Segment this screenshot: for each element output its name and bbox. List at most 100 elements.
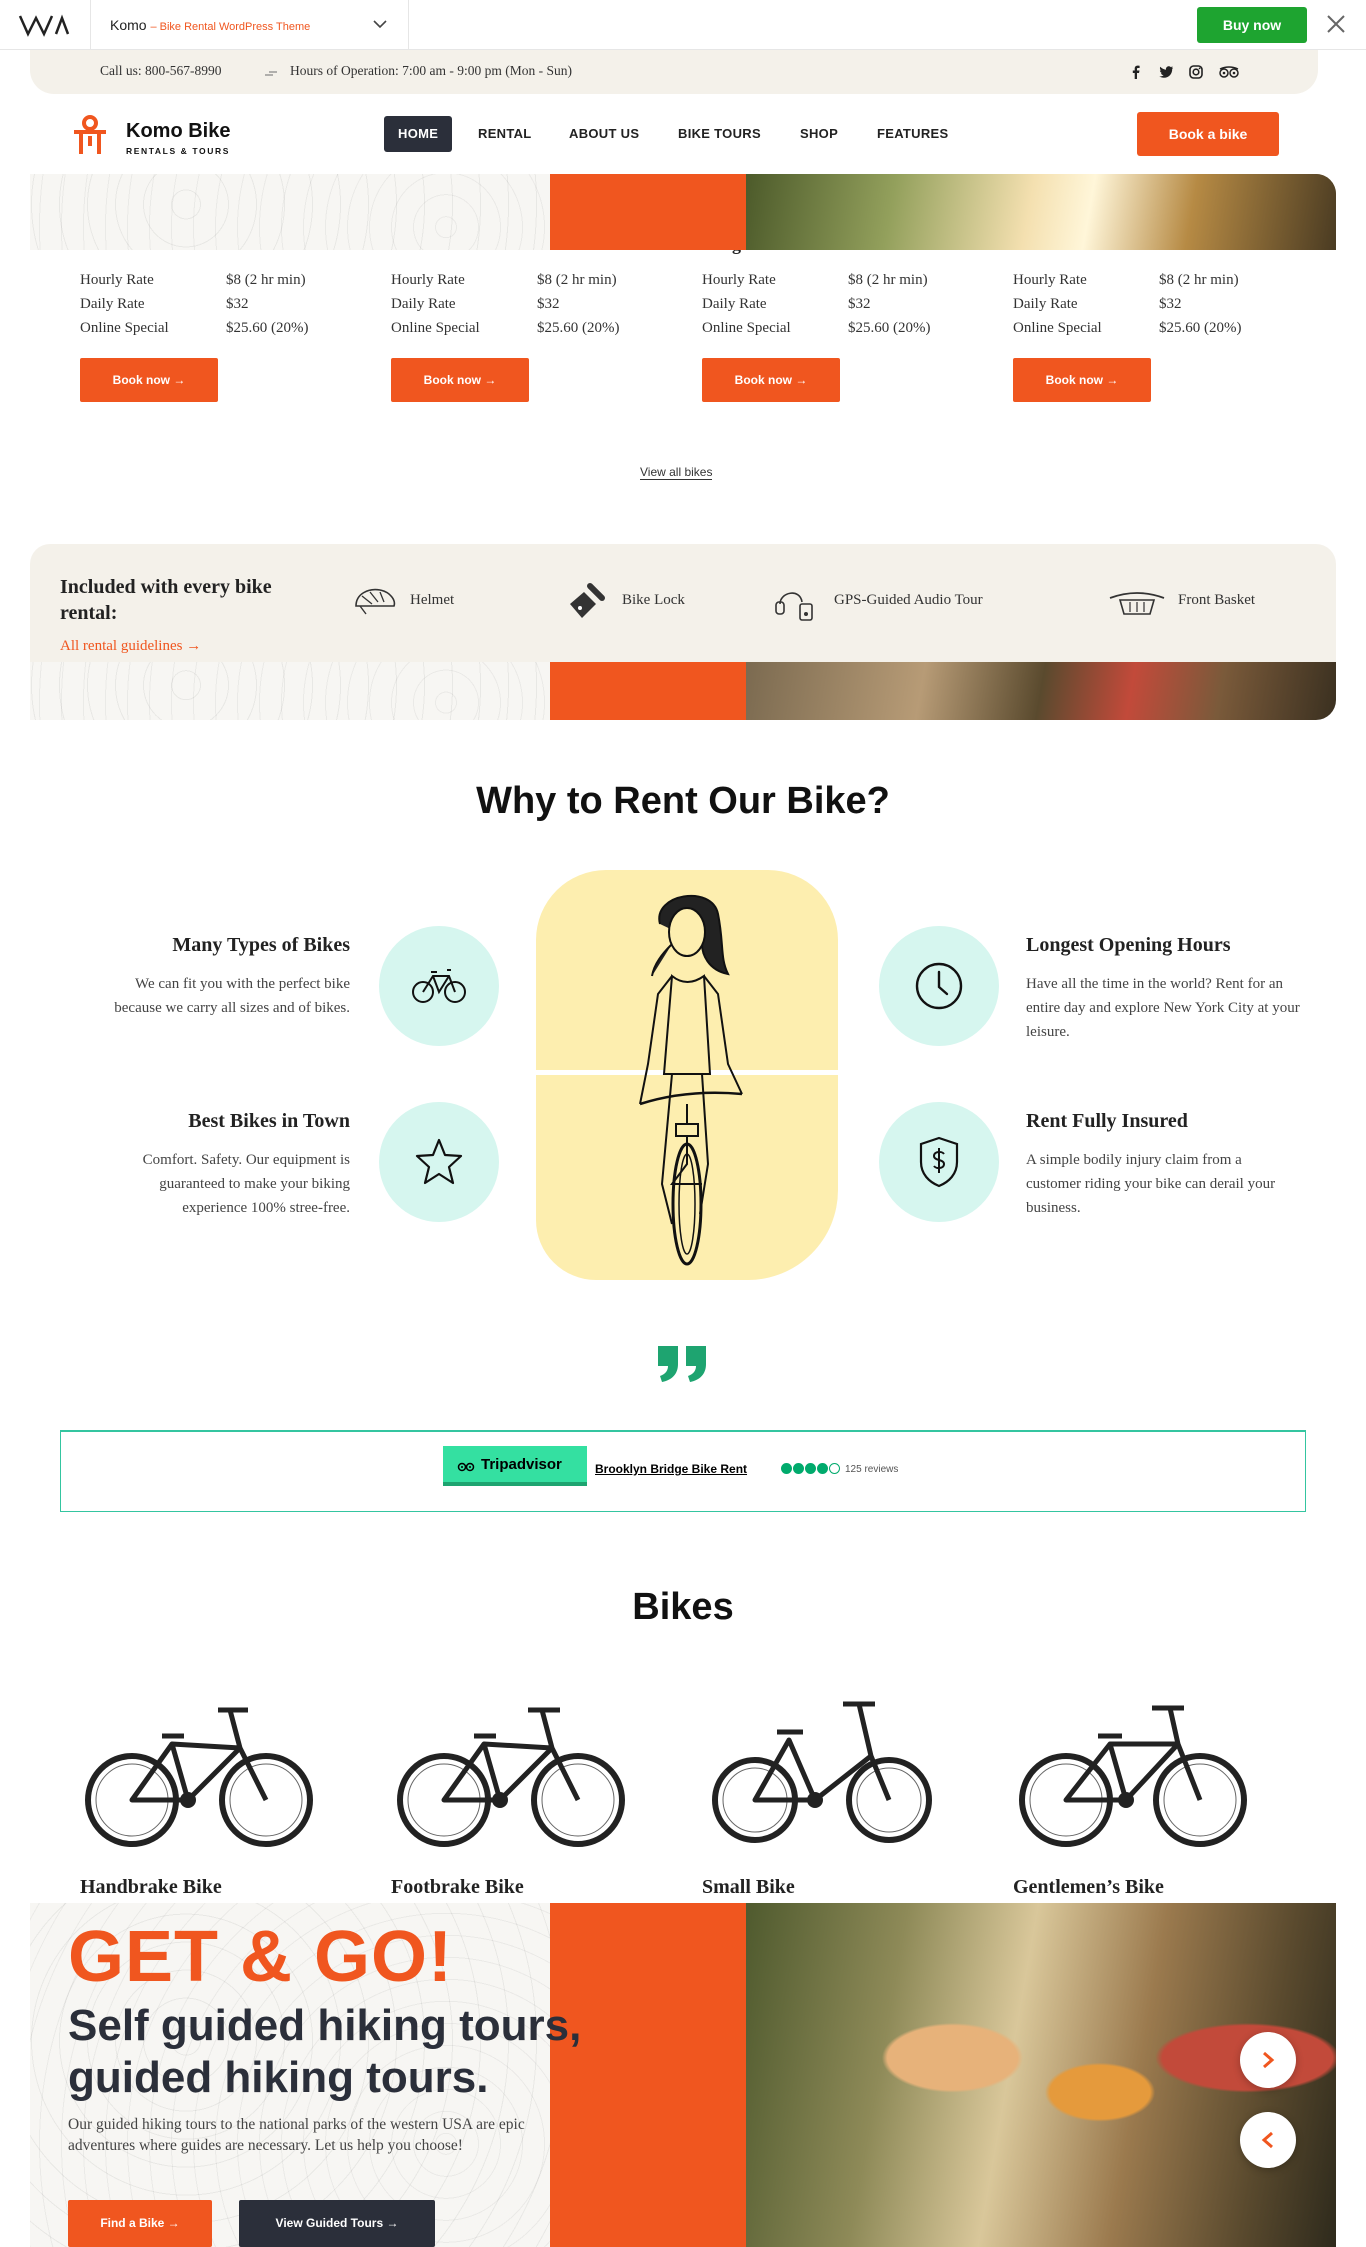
hero-heading: GET & GO! — [68, 1917, 453, 1997]
included-item: Front Basket — [1178, 592, 1256, 608]
bike-image-footbrake[interactable] — [392, 1700, 632, 1850]
feature-desc: We can fit you with the perfect bike bec… — [114, 976, 350, 1016]
rating-bubble — [829, 1463, 840, 1474]
close-icon[interactable] — [1325, 13, 1347, 35]
hero-photo — [746, 662, 1336, 720]
bicycle-icon — [412, 969, 466, 1003]
rate-label: Online Special — [702, 320, 791, 336]
chevron-down-icon[interactable] — [372, 16, 388, 32]
bike-name[interactable]: Small Bike — [702, 1876, 795, 1899]
bike-name[interactable]: Footbrake Bike — [391, 1876, 524, 1899]
rating-bubble — [781, 1463, 792, 1474]
rate-label: Daily Rate — [80, 296, 145, 312]
card-title: Electric Bike — [1013, 234, 1113, 254]
bike-image-gentlemens[interactable] — [1014, 1700, 1254, 1850]
rating-bubble — [805, 1463, 816, 1474]
included-section: Included with every bike rental: All ren… — [30, 544, 1336, 662]
rating-bubbles — [781, 1463, 843, 1475]
feature-icon-circle — [379, 1102, 499, 1222]
rental-guidelines-link[interactable]: All rental guidelines → — [60, 638, 201, 655]
feature-title: Many Types of Bikes — [172, 934, 350, 956]
bike-name[interactable]: Handbrake Bike — [80, 1876, 222, 1899]
info-bar: Call us: 800-567-8990 Hours of Operation… — [30, 50, 1318, 94]
nav-home[interactable]: HOME — [384, 116, 453, 152]
card-title: Tandem — [391, 234, 454, 254]
nav-bike-tours[interactable]: BIKE TOURS — [664, 116, 775, 152]
rate-label: Online Special — [391, 320, 480, 336]
rate-value: $8 (2 hr min) — [226, 272, 306, 288]
themeforest-logo-icon[interactable] — [18, 12, 74, 38]
woman-riding-bike-icon — [639, 894, 743, 1266]
helmet-icon — [355, 588, 396, 615]
included-item: Bike Lock — [622, 592, 685, 608]
buy-now-button[interactable]: Buy now — [1197, 7, 1307, 43]
rate-value: $25.60 (20%) — [226, 320, 309, 336]
review-count[interactable]: 125 reviews — [845, 1464, 898, 1475]
topo-pattern — [30, 662, 550, 720]
tripadvisor-brand: Tripadvisor — [481, 1456, 562, 1473]
rate-value: $32 — [226, 296, 249, 312]
rate-value: $32 — [848, 296, 871, 312]
phone-text[interactable]: Call us: 800-567-8990 — [100, 63, 222, 79]
rate-value: $32 — [537, 296, 560, 312]
card-title: Cargo Bike — [702, 234, 790, 254]
rate-row-special: Online Special $25.60 (20%) — [80, 320, 360, 344]
rate-value: $8 (2 hr min) — [1159, 272, 1239, 288]
tripadvisor-widget: Tripadvisor Brooklyn Bridge Bike Rent 12… — [60, 1430, 1306, 1512]
rate-label: Daily Rate — [702, 296, 767, 312]
tripadvisor-badge[interactable]: Tripadvisor — [443, 1446, 587, 1486]
demo-topbar: Komo – Bike Rental WordPress Theme Buy n… — [0, 0, 1366, 50]
nav-features[interactable]: FEATURES — [863, 116, 963, 152]
theme-selector[interactable]: Komo – Bike Rental WordPress Theme — [110, 17, 310, 33]
star-icon — [415, 1138, 463, 1185]
rate-label: Hourly Rate — [1013, 272, 1087, 288]
rider-illustration — [536, 870, 838, 1280]
instagram-icon[interactable] — [1188, 64, 1204, 80]
book-now-button[interactable]: Book now → — [391, 358, 529, 402]
nav-shop[interactable]: SHOP — [786, 116, 852, 152]
rate-value: $25.60 (20%) — [537, 320, 620, 336]
slider-next-button[interactable] — [1240, 2032, 1296, 2088]
bike-image-handbrake[interactable] — [80, 1700, 320, 1850]
feature-title: Rent Fully Insured — [1026, 1110, 1188, 1132]
rate-row-hourly: Hourly Rate $8 (2 hr min) — [702, 272, 982, 296]
find-a-bike-button[interactable]: Find a Bike → — [68, 2200, 212, 2247]
book-a-bike-button[interactable]: Book a bike — [1137, 112, 1279, 156]
brand-logo[interactable]: Komo Bike RENTALS & TOURS — [68, 114, 248, 158]
facebook-icon[interactable] — [1128, 64, 1144, 80]
tripadvisor-icon[interactable] — [1218, 64, 1240, 80]
section-title-bikes: Bikes — [632, 1586, 734, 1628]
feature-desc: Comfort. Safety. Our equipment is guaran… — [142, 1152, 350, 1216]
nav-about-us[interactable]: ABOUT US — [555, 116, 653, 152]
hero-strip-bottom — [30, 662, 1336, 720]
rate-label: Hourly Rate — [702, 272, 776, 288]
included-item: Helmet — [410, 592, 455, 608]
nav-rental[interactable]: RENTAL — [464, 116, 546, 152]
divider — [408, 0, 409, 50]
rating-bubble — [817, 1463, 828, 1474]
rate-row-hourly: Hourly Rate $8 (2 hr min) — [80, 272, 360, 296]
rate-row-daily: Daily Rate $32 — [80, 296, 360, 320]
business-name-link[interactable]: Brooklyn Bridge Bike Rent — [595, 1462, 747, 1476]
hours-text: Hours of Operation: 7:00 am - 9:00 pm (M… — [290, 63, 572, 78]
brand-tagline: RENTALS & TOURS — [126, 146, 230, 156]
bike-image-small[interactable] — [703, 1700, 943, 1850]
slider-prev-button[interactable] — [1240, 2112, 1296, 2168]
rate-row-daily: Daily Rate $32 — [1013, 296, 1293, 320]
hero-subheading: Self guided hiking tours, guided hiking … — [68, 2001, 582, 2102]
book-now-button[interactable]: Book now → — [80, 358, 218, 402]
rate-label: Online Special — [80, 320, 169, 336]
bike-name[interactable]: Gentlemen’s Bike — [1013, 1876, 1164, 1899]
rate-row-daily: Daily Rate $32 — [702, 296, 982, 320]
komo-logo-icon — [74, 115, 106, 154]
twitter-icon[interactable] — [1158, 64, 1174, 80]
view-guided-tours-button[interactable]: View Guided Tours → — [239, 2200, 435, 2247]
chevron-left-icon — [1261, 2131, 1273, 2149]
view-all-bikes-link[interactable]: View all bikes — [640, 465, 713, 480]
basket-icon — [1109, 592, 1165, 615]
book-now-button[interactable]: Book now → — [702, 358, 840, 402]
book-now-button[interactable]: Book now → — [1013, 358, 1151, 402]
rating-bubble — [793, 1463, 804, 1474]
rate-label: Online Special — [1013, 320, 1102, 336]
rate-row-special: Online Special $25.60 (20%) — [391, 320, 671, 344]
